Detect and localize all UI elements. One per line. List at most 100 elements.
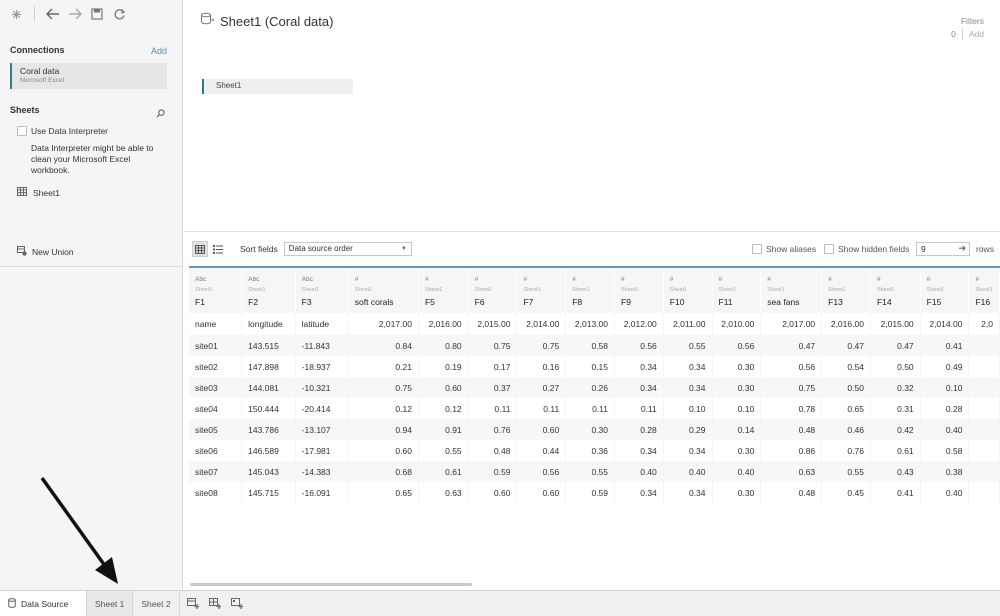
data-interpreter-checkbox[interactable] [17, 126, 27, 136]
connection-name: Coral data [20, 66, 60, 76]
data-source-title[interactable]: Sheet1 (Coral data) [220, 14, 333, 29]
table-row: site04 150.444 -20.414 0.12 0.12 0.11 0.11 0.11… [189, 398, 1000, 419]
column-name: F15 [926, 297, 942, 307]
forward-arrow-icon[interactable] [67, 6, 83, 22]
save-icon[interactable] [89, 6, 105, 22]
sheet-item-sheet1[interactable]: Sheet1 [17, 187, 60, 198]
search-icon[interactable] [156, 105, 165, 123]
sheet-tab-bar: Data Source Sheet 1 Sheet 2 [0, 590, 1000, 616]
table-cell: 2,010.00 [712, 313, 762, 335]
horizontal-scrollbar[interactable] [190, 583, 472, 586]
table-row: site01 143.515 -11.843 0.84 0.80 0.75 0.75 0.58… [189, 335, 1000, 356]
table-cell: -13.107 [295, 419, 349, 440]
table-cell: 0.30 [712, 440, 762, 461]
string-type-icon[interactable]: Abc [195, 276, 235, 285]
number-type-icon[interactable]: # [475, 276, 511, 285]
tableau-logo-icon[interactable] [8, 6, 24, 22]
column-header[interactable]: # Sheet1 F11 [712, 266, 762, 313]
new-union-item[interactable]: New Union [17, 246, 74, 258]
rows-count-input[interactable]: 9 ➜ [916, 242, 970, 256]
table-cell: 145.043 [241, 461, 296, 482]
column-header[interactable]: Abc Sheet1 F3 [295, 266, 349, 313]
column-header[interactable]: # Sheet1 soft corals [348, 266, 419, 313]
column-header[interactable]: # Sheet1 F8 [565, 266, 615, 313]
data-interpreter-description: Data Interpreter might be able to clean … [31, 143, 154, 175]
add-connection-link[interactable]: Add [151, 46, 167, 56]
rows-label: rows [976, 244, 994, 254]
table-cell: 0.27 [516, 377, 567, 398]
tab-sheet-2[interactable]: Sheet 2 [133, 590, 180, 616]
number-type-icon[interactable]: # [719, 276, 755, 285]
string-type-icon[interactable]: Abc [248, 276, 289, 285]
tab-sheet-1[interactable]: Sheet 1 [87, 590, 134, 616]
table-cell: site08 [189, 482, 243, 503]
new-worksheet-icon[interactable] [182, 591, 204, 616]
show-aliases-option[interactable]: Show aliases [752, 244, 816, 254]
column-header[interactable]: # Sheet1 F10 [663, 266, 713, 313]
column-header[interactable]: Abc Sheet1 F2 [241, 266, 296, 313]
new-story-icon[interactable] [226, 591, 248, 616]
connections-heading: Connections [10, 45, 65, 55]
column-header[interactable]: # Sheet1 F7 [516, 266, 567, 313]
list-view-button[interactable] [210, 241, 226, 257]
table-cell: 2,015.00 [468, 313, 518, 335]
column-name: F7 [523, 297, 534, 307]
number-type-icon[interactable]: # [355, 276, 412, 285]
number-type-icon[interactable]: # [767, 276, 815, 285]
number-type-icon[interactable]: # [927, 276, 963, 285]
table-cell: 0.12 [348, 398, 419, 419]
table-cell: 0.42 [870, 419, 921, 440]
tab-data-source[interactable]: Data Source [0, 590, 86, 616]
show-aliases-checkbox[interactable] [752, 244, 762, 254]
column-header[interactable]: # Sheet1 F15 [920, 266, 970, 313]
add-filter-link[interactable]: Add [969, 29, 984, 40]
table-cell: 2,011.00 [663, 313, 713, 335]
column-header[interactable]: # Sheet1 F14 [870, 266, 921, 313]
table-row: site06 146.589 -17.981 0.60 0.55 0.48 0.44 0.36… [189, 440, 1000, 461]
table-cell: 0.75 [516, 335, 567, 356]
string-type-icon[interactable]: Abc [302, 276, 342, 285]
number-type-icon[interactable]: # [975, 276, 993, 285]
number-type-icon[interactable]: # [572, 276, 608, 285]
table-cell: -11.843 [295, 335, 349, 356]
table-cell: 0.61 [870, 440, 921, 461]
connection-item[interactable]: Coral data Microsoft Excel [10, 63, 167, 89]
table-cell: 0.32 [870, 377, 921, 398]
database-icon[interactable] [200, 12, 215, 31]
refresh-icon[interactable] [111, 6, 127, 22]
table-cell: 146.589 [241, 440, 296, 461]
number-type-icon[interactable]: # [828, 276, 864, 285]
table-cell: name [189, 313, 243, 335]
number-type-icon[interactable]: # [425, 276, 462, 285]
table-cell: 145.715 [241, 482, 296, 503]
table-cell: 0.60 [468, 482, 518, 503]
column-source: Sheet1 [975, 287, 993, 293]
table-cell: 143.515 [241, 335, 296, 356]
column-header[interactable]: # Sheet1 F13 [821, 266, 871, 313]
apply-arrow-icon[interactable]: ➜ [958, 243, 966, 254]
rows-count-value: 9 [921, 244, 926, 254]
new-dashboard-icon[interactable] [204, 591, 226, 616]
show-hidden-fields-option[interactable]: Show hidden fields [824, 244, 909, 254]
back-arrow-icon[interactable] [45, 6, 61, 22]
number-type-icon[interactable]: # [523, 276, 559, 285]
column-header[interactable]: Abc Sheet1 F1 [189, 266, 243, 313]
number-type-icon[interactable]: # [621, 276, 657, 285]
column-header[interactable]: # Sheet1 F9 [614, 266, 664, 313]
number-type-icon[interactable]: # [670, 276, 706, 285]
table-cell: 2,015.00 [870, 313, 921, 335]
connection-type: Microsoft Excel [20, 77, 65, 84]
column-header[interactable]: # Sheet1 sea fans [760, 266, 823, 313]
grid-view-button[interactable] [192, 241, 208, 257]
canvas-sheet-pill[interactable]: Sheet1 [202, 79, 353, 94]
show-hidden-fields-checkbox[interactable] [824, 244, 834, 254]
table-cell: 0.47 [760, 335, 823, 356]
table-cell: 0.29 [663, 419, 713, 440]
column-header[interactable]: # Sheet1 F16 [968, 266, 1000, 313]
column-header[interactable]: # Sheet1 F6 [468, 266, 518, 313]
table-cell: 2,013.00 [565, 313, 615, 335]
number-type-icon[interactable]: # [877, 276, 914, 285]
sort-fields-dropdown[interactable]: Data source order ▼ [283, 242, 412, 256]
filters-count: 0 [951, 29, 956, 39]
column-header[interactable]: # Sheet1 F5 [418, 266, 469, 313]
